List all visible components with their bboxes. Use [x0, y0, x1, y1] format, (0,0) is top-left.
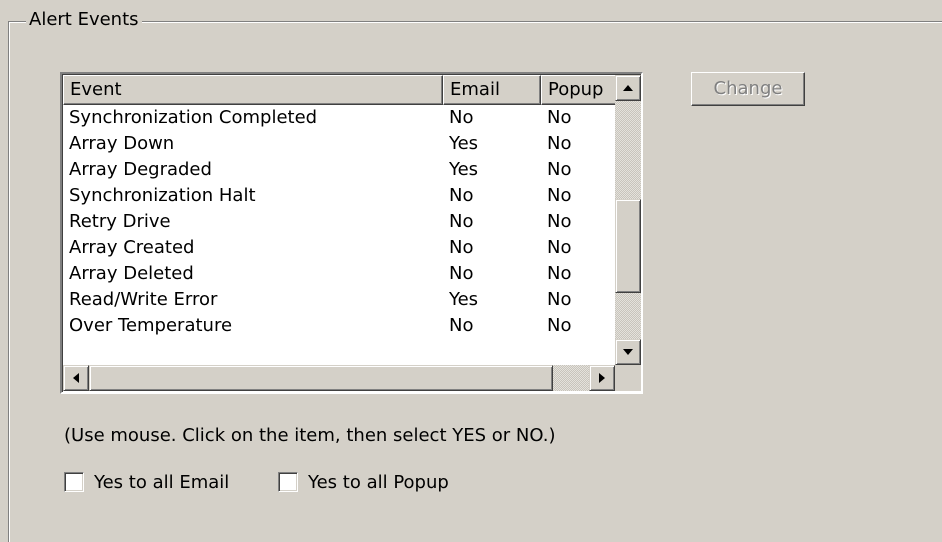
popup-cell: No — [547, 107, 572, 128]
popup-cell: No — [547, 211, 572, 232]
email-cell: No — [449, 263, 474, 284]
vertical-scrollbar[interactable] — [615, 75, 641, 365]
table-row[interactable]: Read/Write Error Yes No — [63, 287, 623, 313]
email-cell: No — [449, 211, 474, 232]
event-cell: Synchronization Completed — [69, 107, 318, 128]
column-header-email[interactable]: Email — [443, 75, 541, 105]
triangle-right-icon — [599, 373, 605, 383]
event-cell: Over Temperature — [69, 315, 233, 336]
groupbox-title: Alert Events — [26, 8, 142, 32]
email-cell: No — [449, 315, 474, 336]
table-row[interactable]: Array Deleted No No — [63, 261, 623, 287]
event-cell: Array Created — [69, 237, 195, 258]
scroll-left-button[interactable] — [63, 365, 89, 391]
checkbox-label: Yes to all Email — [94, 471, 230, 493]
event-cell: Synchronization Halt — [69, 185, 256, 206]
scrollbar-corner — [615, 365, 641, 391]
horizontal-scroll-thumb[interactable] — [89, 365, 553, 391]
table-row[interactable]: Retry Drive No No — [63, 209, 623, 235]
event-cell: Array Down — [69, 133, 175, 154]
email-cell: Yes — [449, 289, 479, 310]
popup-cell: No — [547, 289, 572, 310]
vertical-scroll-thumb[interactable] — [615, 199, 641, 293]
event-rows: Synchronization Completed No No Array Do… — [63, 105, 623, 339]
table-row[interactable]: Synchronization Halt No No — [63, 183, 623, 209]
checkbox-box[interactable] — [64, 472, 84, 492]
table-row[interactable]: Synchronization Completed No No — [63, 105, 623, 131]
triangle-left-icon — [73, 373, 79, 383]
email-cell: No — [449, 185, 474, 206]
alert-events-list[interactable]: Event Email Popup Synchronization Comple… — [60, 72, 643, 394]
popup-cell: No — [547, 263, 572, 284]
horizontal-scrollbar[interactable] — [63, 365, 615, 391]
checkbox-label: Yes to all Popup — [308, 471, 449, 493]
table-row[interactable]: Array Created No No — [63, 235, 623, 261]
table-row[interactable]: Array Degraded Yes No — [63, 157, 623, 183]
event-cell: Array Degraded — [69, 159, 212, 180]
email-cell: No — [449, 237, 474, 258]
email-cell: No — [449, 107, 474, 128]
email-cell: Yes — [449, 133, 479, 154]
scroll-up-button[interactable] — [615, 75, 641, 101]
usage-hint: (Use mouse. Click on the item, then sele… — [64, 425, 556, 446]
event-cell: Array Deleted — [69, 263, 194, 284]
scroll-down-button[interactable] — [615, 339, 641, 365]
event-cell: Retry Drive — [69, 211, 171, 232]
yes-to-all-popup-checkbox[interactable]: Yes to all Popup — [278, 470, 449, 494]
popup-cell: No — [547, 315, 572, 336]
column-header-event[interactable]: Event — [63, 75, 443, 105]
popup-cell: No — [547, 237, 572, 258]
yes-to-all-email-checkbox[interactable]: Yes to all Email — [64, 470, 229, 494]
checkbox-box[interactable] — [278, 472, 298, 492]
triangle-down-icon — [623, 349, 633, 355]
scroll-right-button[interactable] — [589, 365, 615, 391]
table-row[interactable]: Over Temperature No No — [63, 313, 623, 339]
popup-cell: No — [547, 185, 572, 206]
triangle-up-icon — [623, 85, 633, 91]
email-cell: Yes — [449, 159, 479, 180]
table-row[interactable]: Array Down Yes No — [63, 131, 623, 157]
event-cell: Read/Write Error — [69, 289, 218, 310]
popup-cell: No — [547, 133, 572, 154]
change-button[interactable]: Change — [691, 72, 805, 106]
popup-cell: No — [547, 159, 572, 180]
